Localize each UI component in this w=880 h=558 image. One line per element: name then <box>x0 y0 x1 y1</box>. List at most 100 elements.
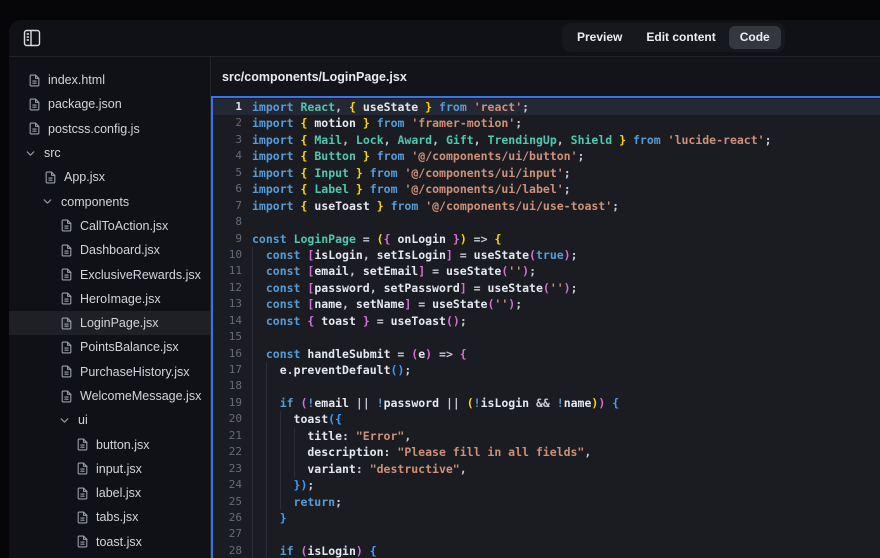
file-toast-jsx[interactable]: toast.jsx <box>9 530 210 554</box>
code-line[interactable]: 8 <box>213 214 880 230</box>
code-line[interactable]: 18 <box>213 378 880 394</box>
file-pointsbalance-jsx[interactable]: PointsBalance.jsx <box>9 335 210 359</box>
code-line[interactable]: 4 import { Button } from '@/components/ui… <box>213 148 880 164</box>
code-line[interactable]: 21 title: "Error", <box>213 428 880 444</box>
file-text-icon <box>44 171 57 184</box>
line-content: }); <box>252 477 315 493</box>
code-line[interactable]: 12 const [password, setPassword] = useSta… <box>213 280 880 296</box>
file-text-icon <box>60 365 73 378</box>
line-content: const handleSubmit = (e) => { <box>252 346 467 362</box>
file-label-jsx[interactable]: label.jsx <box>9 481 210 505</box>
file-label: Dashboard.jsx <box>80 243 160 258</box>
file-text-icon <box>60 341 73 354</box>
file-index-html[interactable]: index.html <box>9 68 210 92</box>
code-line[interactable]: 9 const LoginPage = ({ onLogin }) => { <box>213 231 880 247</box>
line-number: 23 <box>228 461 242 475</box>
line-number: 6 <box>235 182 242 196</box>
file-label: tabs.jsx <box>96 510 139 525</box>
indent-guide <box>280 494 294 510</box>
sidebar-toggle-button[interactable] <box>21 27 43 49</box>
folder-components[interactable]: components <box>9 189 210 213</box>
line-content: const [email, setEmail] = useState(''); <box>252 263 536 279</box>
file-label: ui <box>78 413 88 428</box>
line-content <box>252 378 280 394</box>
indent-guide <box>266 428 280 444</box>
file-tabs-jsx[interactable]: tabs.jsx <box>9 505 210 529</box>
indent-guide <box>252 494 266 510</box>
line-content: const LoginPage = ({ onLogin }) => { <box>252 231 502 246</box>
code-line[interactable]: 24}); <box>213 477 880 493</box>
tab-code[interactable]: Code <box>728 26 781 49</box>
code-line[interactable]: 17 e.preventDefault(); <box>213 362 880 378</box>
code-line[interactable]: 15 <box>213 329 880 345</box>
code-line[interactable]: 5 import { Input } from '@/components/ui/… <box>213 165 880 181</box>
code-line[interactable]: 1 import React, { useState } from 'react'… <box>213 99 880 116</box>
folder-src[interactable]: src <box>9 141 210 165</box>
file-heroimage-jsx[interactable]: HeroImage.jsx <box>9 287 210 311</box>
line-number: 19 <box>228 395 242 409</box>
code-line[interactable]: 23 variant: "destructive", <box>213 461 880 477</box>
file-loginpage-jsx[interactable]: LoginPage.jsx <box>9 310 210 336</box>
tab-preview[interactable]: Preview <box>566 26 633 49</box>
line-number: 3 <box>235 132 242 146</box>
file-text-icon <box>60 244 73 257</box>
panel-left-icon <box>23 29 41 47</box>
line-number: 22 <box>228 445 242 459</box>
line-number: 2 <box>235 116 242 130</box>
code-line[interactable]: 26} <box>213 510 880 526</box>
code-line[interactable]: 7 import { useToast } from '@/components/… <box>213 198 880 214</box>
file-postcss-config-js[interactable]: postcss.config.js <box>9 117 210 141</box>
file-text-icon <box>28 74 41 87</box>
file-path-header: src/components/LoginPage.jsx <box>211 57 880 96</box>
line-number: 26 <box>228 510 242 524</box>
line-number: 9 <box>235 231 242 245</box>
code-line[interactable]: 28 if (isLogin) { <box>213 543 880 558</box>
code-line[interactable]: 19 if (!email || !password || (!isLogin &… <box>213 395 880 411</box>
code-line[interactable]: 13 const [name, setName] = useState(''); <box>213 296 880 312</box>
line-number: 4 <box>235 149 242 163</box>
file-input-jsx[interactable]: input.jsx <box>9 457 210 481</box>
file-welcomemessage-jsx[interactable]: WelcomeMessage.jsx <box>9 384 210 408</box>
view-tab-group: Preview Edit content Code <box>562 23 785 52</box>
indent-guide <box>266 494 280 510</box>
indent-guide <box>294 444 308 460</box>
line-content: const [isLogin, setIsLogin] = useState(t… <box>252 247 578 263</box>
code-line[interactable]: 2 import { motion } from 'framer-motion'; <box>213 115 880 131</box>
file-purchasehistory-jsx[interactable]: PurchaseHistory.jsx <box>9 360 210 384</box>
file-app-jsx[interactable]: App.jsx <box>9 165 210 189</box>
line-number: 15 <box>228 330 242 344</box>
line-content: variant: "destructive", <box>252 461 466 477</box>
code-line[interactable]: 14 const { toast } = useToast(); <box>213 313 880 329</box>
file-package-json[interactable]: package.json <box>9 92 210 116</box>
folder-ui[interactable]: ui <box>9 408 210 432</box>
file-label: index.html <box>48 73 105 88</box>
file-label: LoginPage.jsx <box>80 316 159 331</box>
line-number: 11 <box>228 264 242 278</box>
indent-guide <box>294 461 308 477</box>
file-dashboard-jsx[interactable]: Dashboard.jsx <box>9 238 210 262</box>
file-text-icon <box>76 511 89 524</box>
code-line[interactable]: 27 <box>213 526 880 542</box>
code-line[interactable]: 11 const [email, setEmail] = useState('')… <box>213 263 880 279</box>
code-line[interactable]: 25 return; <box>213 494 880 510</box>
top-bar: Preview Edit content Code <box>9 20 880 57</box>
code-line[interactable]: 10 const [isLogin, setIsLogin] = useState… <box>213 247 880 263</box>
line-content: title: "Error", <box>252 428 411 444</box>
line-number: 13 <box>228 297 242 311</box>
line-content: import { useToast } from '@/components/u… <box>252 198 620 213</box>
tab-edit-content[interactable]: Edit content <box>635 26 726 49</box>
code-line[interactable]: 3 import { Mail, Lock, Award, Gift, Trend… <box>213 132 880 148</box>
line-number: 27 <box>228 527 242 541</box>
file-calltoaction-jsx[interactable]: CallToAction.jsx <box>9 214 210 238</box>
code-line[interactable]: 16 const handleSubmit = (e) => { <box>213 346 880 362</box>
code-editor[interactable]: 1 import React, { useState } from 'react'… <box>211 96 880 558</box>
code-line[interactable]: 6 import { Label } from '@/components/ui/… <box>213 181 880 197</box>
line-number: 8 <box>235 215 242 229</box>
indent-guide <box>266 543 280 558</box>
file-button-jsx[interactable]: button.jsx <box>9 432 210 456</box>
file-exclusiverewards-jsx[interactable]: ExclusiveRewards.jsx <box>9 262 210 286</box>
indent-guide <box>252 362 266 378</box>
indent-guide <box>252 296 266 312</box>
code-line[interactable]: 20 toast({ <box>213 411 880 427</box>
code-line[interactable]: 22 description: "Please fill in all field… <box>213 444 880 460</box>
